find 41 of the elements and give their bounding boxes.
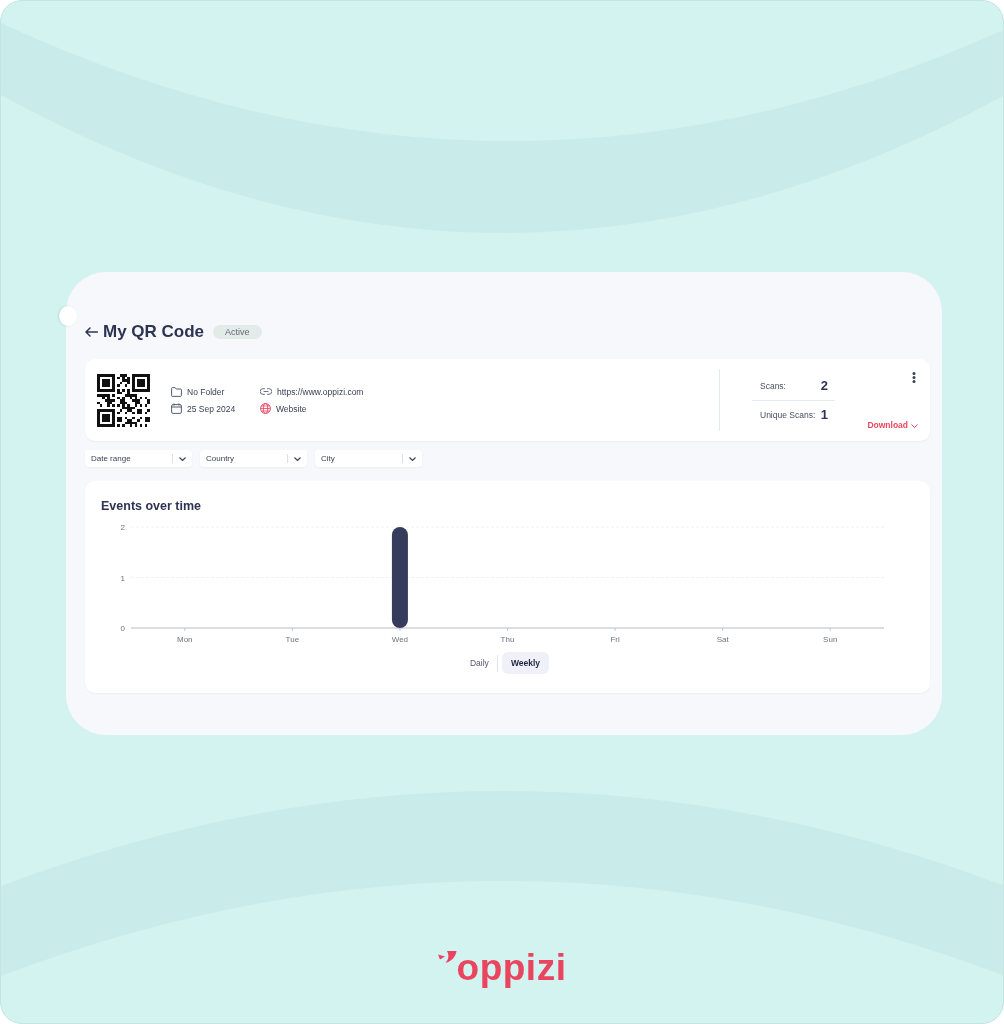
page-title: My QR Code [103, 322, 205, 342]
y-tick-label: 2 [120, 523, 125, 532]
x-tick-label: Sun [823, 635, 838, 644]
calendar-icon [171, 403, 182, 414]
chevron-down-icon [294, 456, 301, 461]
stat-label: Unique Scans: [760, 409, 816, 420]
chevron-down-icon [179, 456, 186, 461]
stat-value: 1 [820, 407, 828, 422]
filter-dropdown[interactable]: Country [200, 450, 307, 467]
logo-wordmark: oppizi [456, 948, 567, 988]
chevron-down-icon [409, 456, 416, 461]
download-button[interactable]: Download [867, 420, 918, 431]
chevron-down-icon [911, 423, 918, 428]
period-tab[interactable]: Daily [465, 652, 493, 674]
back-arrow-icon[interactable] [85, 327, 98, 337]
qr-code-icon [97, 373, 150, 427]
link-icon [260, 388, 272, 395]
folder-icon [171, 386, 182, 397]
filter-dropdown[interactable]: Date range [85, 450, 192, 467]
x-tick-label: Fri [610, 635, 620, 644]
chart-title: Events over time [101, 499, 202, 514]
x-tick-label: Tue [285, 635, 300, 644]
detail-text: No Folder [187, 386, 225, 397]
x-tick-label: Wed [391, 635, 409, 644]
sidebar-toggle[interactable] [59, 306, 77, 326]
stat-label: Scans: [760, 380, 786, 391]
x-tick-label: Sat [716, 635, 729, 644]
globe-icon [260, 403, 271, 414]
detail-text: 25 Sep 2024 [187, 403, 236, 414]
y-tick-label: 0 [120, 624, 125, 633]
detail-text: Website [276, 403, 307, 414]
filter-dropdown[interactable]: City [315, 450, 422, 467]
x-tick-label: Thu [500, 635, 515, 644]
status-badge: Active [213, 325, 262, 339]
x-tick-label: Mon [177, 635, 193, 644]
kebab-menu-icon[interactable] [912, 372, 916, 383]
period-tab[interactable]: Weekly [501, 652, 549, 674]
logo-mark-icon [437, 951, 457, 963]
detail-text: https://www.oppizi.com [277, 386, 364, 397]
stat-value: 2 [820, 378, 828, 393]
y-tick-label: 1 [120, 573, 125, 583]
